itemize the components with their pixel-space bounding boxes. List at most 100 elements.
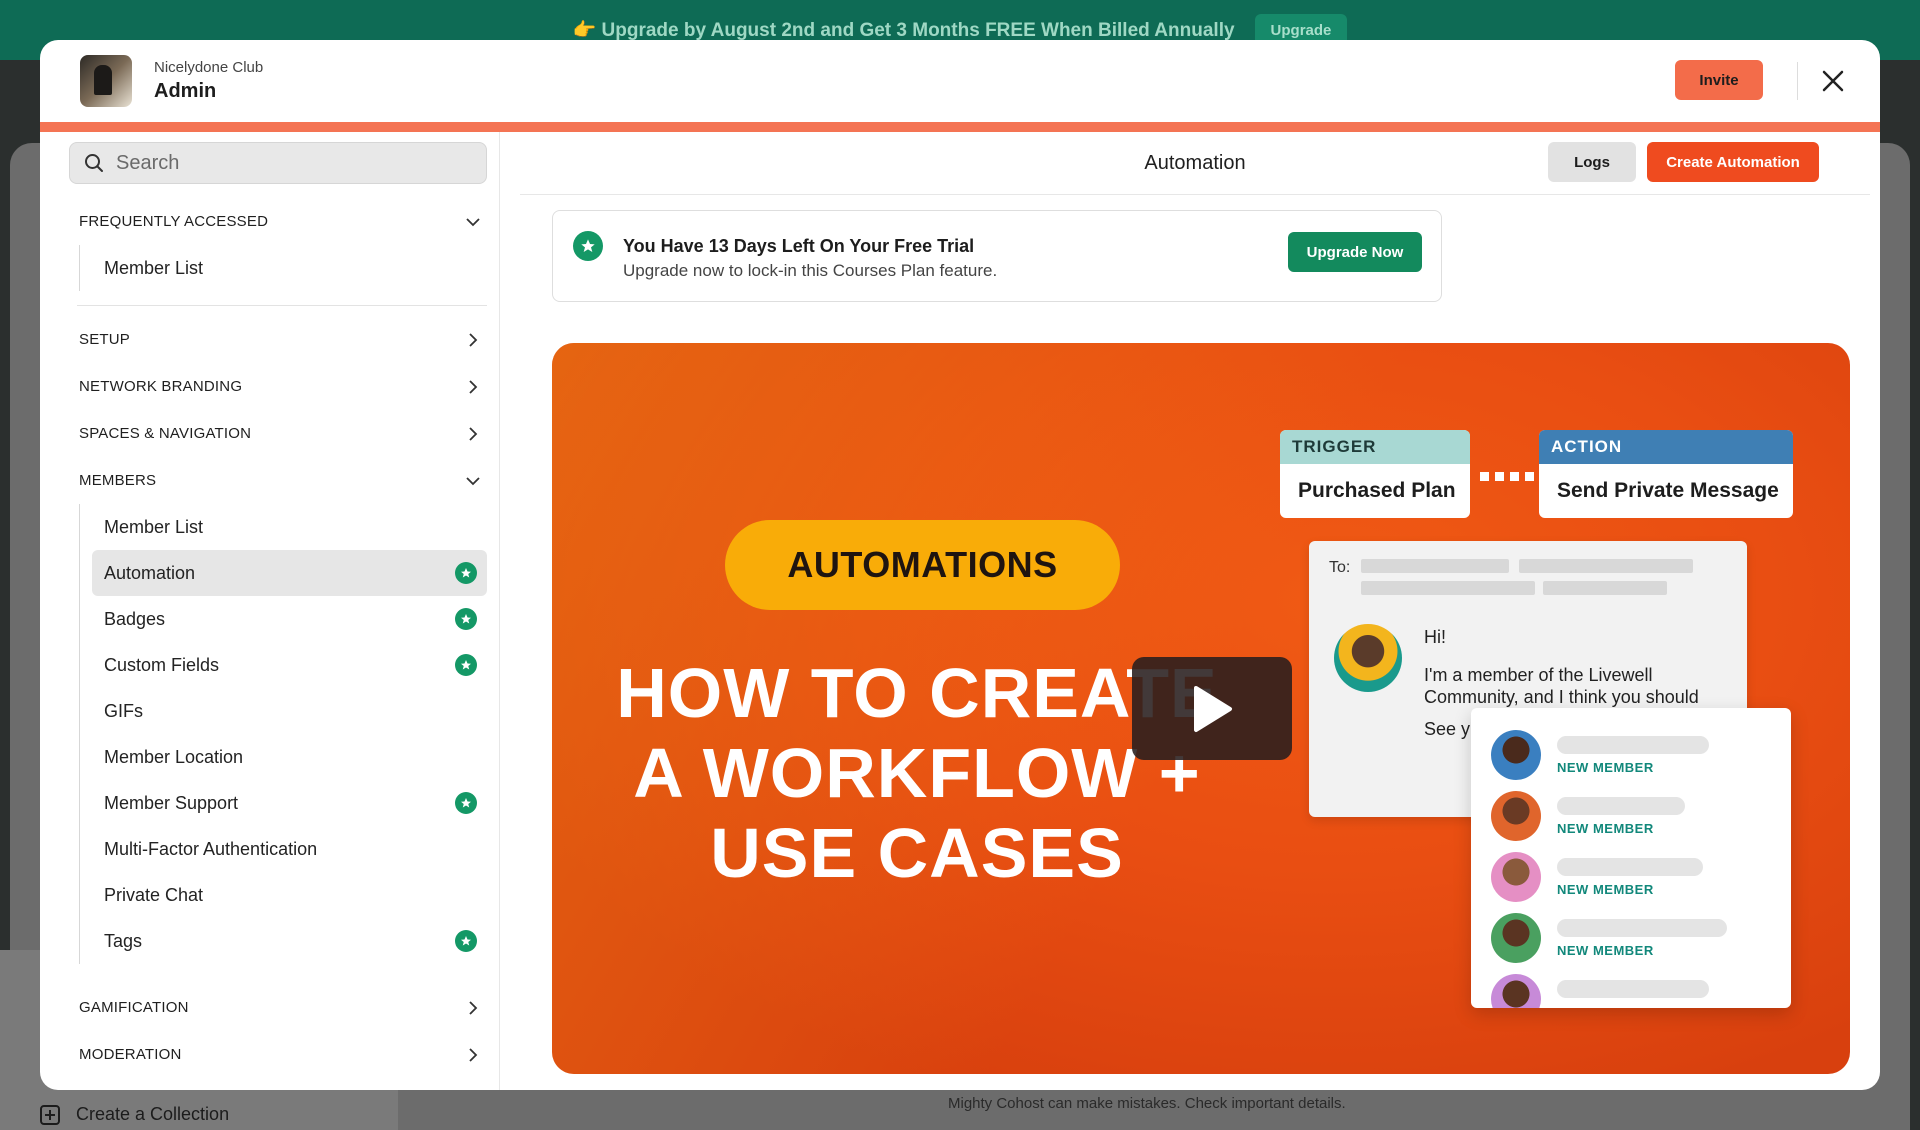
- headline-line: USE CASES: [710, 814, 1124, 892]
- sidebar-item-label: Member Support: [104, 792, 239, 813]
- section-network-branding[interactable]: NETWORK BRANDING: [69, 363, 487, 410]
- trigger-card: TRIGGER Purchased Plan: [1280, 430, 1470, 518]
- list-item: NEW MEMBER: [1491, 852, 1781, 904]
- section-frequently-accessed[interactable]: FREQUENTLY ACCESSED: [69, 198, 487, 245]
- create-collection-link[interactable]: Create a Collection: [40, 1104, 229, 1125]
- close-icon[interactable]: [1818, 66, 1848, 96]
- sidebar-item-automation[interactable]: Automation: [92, 550, 487, 596]
- automations-pill: AUTOMATIONS: [725, 520, 1120, 610]
- section-gamification[interactable]: GAMIFICATION: [69, 984, 487, 1031]
- to-label: To:: [1329, 559, 1351, 576]
- section-moderation[interactable]: MODERATION: [69, 1031, 487, 1078]
- sidebar-item-custom-fields[interactable]: Custom Fields: [92, 642, 487, 688]
- trial-subtitle: Upgrade now to lock-in this Courses Plan…: [623, 261, 998, 280]
- frequent-list: Member List: [79, 245, 487, 291]
- chevron-down-icon: [466, 476, 480, 485]
- sidebar-item-label: Member Location: [104, 746, 244, 767]
- video-thumbnail[interactable]: AUTOMATIONS HOW TO CREATE A WORKFLOW + U…: [552, 343, 1850, 1074]
- list-item: [1491, 974, 1781, 1008]
- trigger-value: Purchased Plan: [1298, 479, 1456, 502]
- chevron-right-icon: [469, 332, 478, 347]
- section-label: GAMIFICATION: [79, 999, 189, 1016]
- sidebar-item-tags[interactable]: Tags: [92, 918, 487, 964]
- sidebar-item-member-list[interactable]: Member List: [92, 504, 487, 550]
- avatar: [1491, 730, 1541, 780]
- placeholder-bar: [1557, 858, 1703, 876]
- members-list: Member List Automation Badges Custom Fie…: [79, 504, 487, 964]
- invite-button[interactable]: Invite: [1675, 60, 1763, 100]
- sidebar-item-member-list-frequent[interactable]: Member List: [92, 245, 487, 291]
- chevron-right-icon: [469, 1047, 478, 1062]
- play-icon: [1194, 685, 1232, 732]
- action-value: Send Private Message: [1557, 479, 1779, 502]
- sidebar-item-label: Custom Fields: [104, 654, 220, 675]
- sidebar-divider: [77, 305, 487, 306]
- premium-star-icon: [455, 562, 477, 584]
- search-icon: [85, 154, 103, 172]
- section-setup[interactable]: SETUP: [69, 316, 487, 363]
- section-label: MODERATION: [79, 1046, 182, 1063]
- placeholder-bar: [1557, 919, 1727, 937]
- message-body: I'm a member of the Livewell Community, …: [1424, 665, 1699, 707]
- sidebar-item-badges[interactable]: Badges: [92, 596, 487, 642]
- new-members-list: NEW MEMBER NEW MEMBER NEW MEMBER NEW MEM…: [1471, 708, 1791, 1008]
- search-box[interactable]: [69, 142, 487, 184]
- section-members[interactable]: MEMBERS: [69, 457, 487, 504]
- chevron-down-icon: [466, 217, 480, 226]
- header-divider: [1797, 62, 1798, 100]
- placeholder-bar: [1519, 559, 1693, 573]
- modal-header: Nicelydone Club Admin Invite: [40, 40, 1880, 122]
- chevron-right-icon: [469, 379, 478, 394]
- admin-title: Admin: [154, 80, 217, 102]
- connector-dots: [1480, 472, 1534, 481]
- section-label: FREQUENTLY ACCESSED: [79, 213, 269, 230]
- play-button[interactable]: [1132, 657, 1292, 760]
- placeholder-bar: [1361, 581, 1535, 595]
- avatar: [1491, 852, 1541, 902]
- club-name: Nicelydone Club: [154, 59, 264, 76]
- sidebar-item-member-location[interactable]: Member Location: [92, 734, 487, 780]
- avatar: [1491, 974, 1541, 1008]
- automation-panel: Automation Logs Create Automation You Ha…: [500, 132, 1880, 1090]
- placeholder-bar: [1557, 797, 1685, 815]
- upgrade-now-button[interactable]: Upgrade Now: [1288, 232, 1422, 272]
- create-collection-label: Create a Collection: [76, 1104, 230, 1124]
- placeholder-bar: [1557, 980, 1709, 998]
- sidebar-item-label: Tags: [104, 930, 143, 951]
- sidebar-item-label: Member List: [104, 516, 204, 537]
- action-label: ACTION: [1539, 430, 1793, 464]
- sidebar-item-member-support[interactable]: Member Support: [92, 780, 487, 826]
- accent-bar: [40, 122, 1880, 132]
- sidebar-item-private-chat[interactable]: Private Chat: [92, 872, 487, 918]
- new-member-label: NEW MEMBER: [1557, 760, 1654, 775]
- premium-star-icon: [573, 231, 603, 261]
- section-label: SPACES & NAVIGATION: [79, 425, 252, 442]
- sidebar-item-label: Member List: [104, 257, 204, 278]
- create-automation-button[interactable]: Create Automation: [1647, 142, 1819, 182]
- list-item: NEW MEMBER: [1491, 791, 1781, 843]
- sidebar-item-label: Private Chat: [104, 884, 204, 905]
- trigger-label: TRIGGER: [1280, 430, 1470, 464]
- sidebar-item-label: Automation: [104, 562, 196, 583]
- new-member-label: NEW MEMBER: [1557, 882, 1654, 897]
- section-spaces-navigation[interactable]: SPACES & NAVIGATION: [69, 410, 487, 457]
- section-label: MEMBERS: [79, 472, 157, 489]
- section-label: NETWORK BRANDING: [79, 378, 243, 395]
- admin-modal: Nicelydone Club Admin Invite FREQUENTLY …: [40, 40, 1880, 1090]
- chevron-right-icon: [469, 426, 478, 441]
- logs-button[interactable]: Logs: [1548, 142, 1636, 182]
- placeholder-bar: [1557, 736, 1709, 754]
- list-item: NEW MEMBER: [1491, 913, 1781, 965]
- sidebar-item-gifs[interactable]: GIFs: [92, 688, 487, 734]
- trial-banner: You Have 13 Days Left On Your Free Trial…: [552, 210, 1442, 302]
- new-member-label: NEW MEMBER: [1557, 943, 1654, 958]
- ai-disclaimer: Mighty Cohost can make mistakes. Check i…: [948, 1095, 1346, 1112]
- banner-text: 👉 Upgrade by August 2nd and Get 3 Months…: [572, 20, 1235, 41]
- list-item: NEW MEMBER: [1491, 730, 1781, 782]
- sidebar-item-label: Badges: [104, 608, 166, 629]
- sidebar-item-multi-factor-auth[interactable]: Multi-Factor Authentication: [92, 826, 487, 872]
- premium-star-icon: [455, 654, 477, 676]
- avatar: [1491, 913, 1541, 963]
- search-input[interactable]: [116, 151, 456, 175]
- premium-star-icon: [455, 608, 477, 630]
